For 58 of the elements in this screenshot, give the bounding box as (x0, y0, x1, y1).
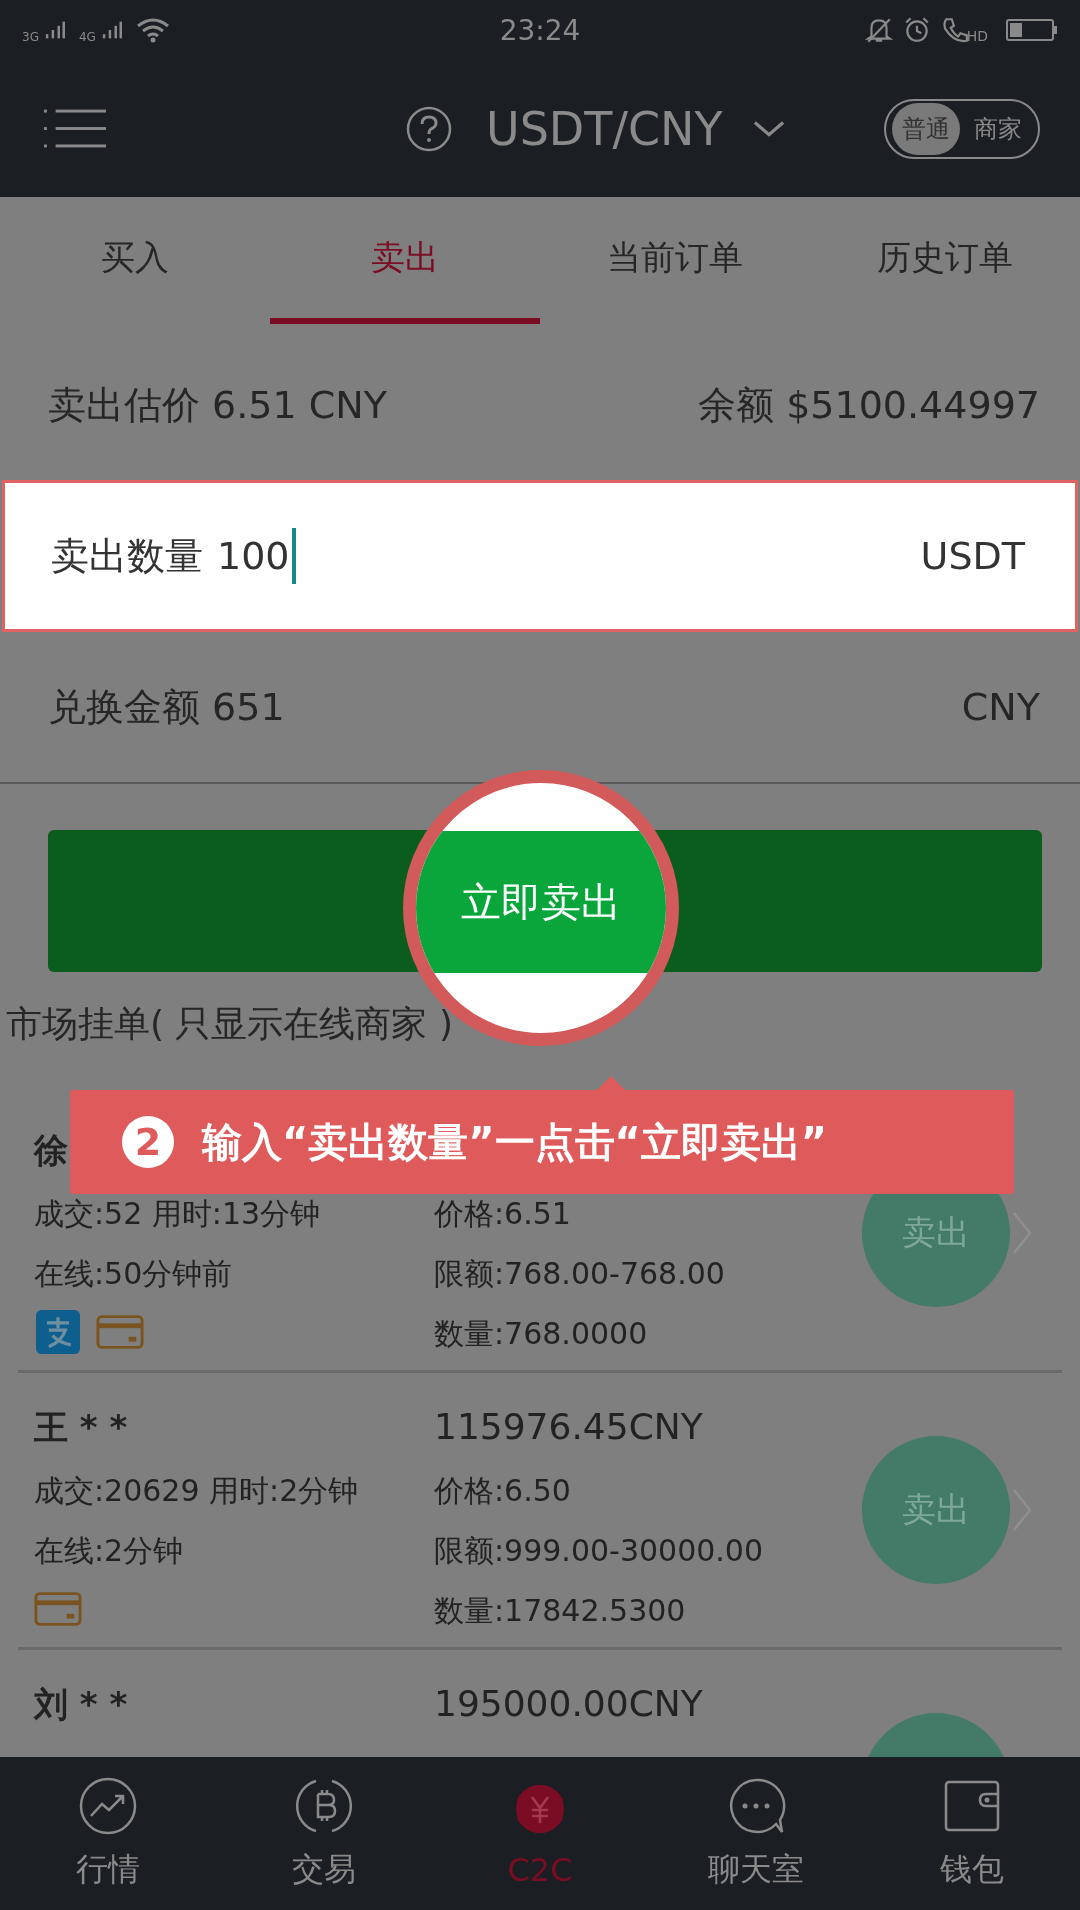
estimated-price: 卖出估价 6.51 CNY (48, 381, 387, 429)
pair-title[interactable]: USDT/CNY (486, 101, 723, 156)
tab[interactable]: 买入 (0, 197, 270, 324)
field-label: 卖出数量 (51, 532, 203, 580)
wifi-icon (135, 17, 170, 43)
exchange-amount: 兑换金额 651 (48, 683, 285, 731)
mode-option[interactable]: 商家 (964, 102, 1032, 155)
mode-option[interactable]: 普通 (892, 102, 960, 155)
merchant-name: 刘 * * (34, 1683, 128, 1726)
deal-stats: 成交:20629 用时:2分钟 (34, 1472, 360, 1510)
tutorial-text: 输入“卖出数量”一点击“立即卖出” (202, 1117, 828, 1167)
unit-price: 价格:6.51 (434, 1195, 572, 1233)
online-status: 在线:2分钟 (34, 1532, 185, 1570)
network-label: 4G (78, 30, 96, 44)
nav-label: C2C (507, 1850, 573, 1889)
network-label: 3G (22, 30, 39, 44)
unit-label: USDT (920, 534, 1025, 578)
bell-muted-icon (864, 16, 893, 44)
order-amount: 115976.45CNY (434, 1405, 704, 1449)
nav-label: 聊天室 (708, 1848, 804, 1890)
order-quantity: 数量:768.0000 (434, 1315, 649, 1353)
text-caret (291, 528, 296, 584)
nav-label: 交易 (292, 1848, 356, 1890)
tab[interactable]: 卖出 (270, 197, 540, 324)
balance: 余额 $5100.44997 (698, 381, 1040, 429)
hd-label: HD (966, 28, 988, 44)
online-status: 在线:50分钟前 (34, 1255, 234, 1293)
help-icon[interactable] (406, 105, 452, 152)
quantity-field[interactable]: 卖出数量 100 USDT (2, 480, 1078, 632)
phone-icon (940, 16, 969, 44)
status-time: 23:24 (499, 13, 581, 47)
order-limit: 限额:999.00-30000.00 (434, 1532, 765, 1570)
merchant-name: 王 * * (34, 1406, 128, 1449)
nav-label: 钱包 (940, 1848, 1004, 1890)
mode-toggle[interactable]: 普通 商家 (884, 98, 1040, 159)
trend-chart-icon (78, 1775, 138, 1836)
order-amount: 195000.00CNY (434, 1682, 704, 1726)
nav-item[interactable]: 交易 (216, 1757, 432, 1910)
battery-icon (1006, 18, 1058, 42)
section-title: 市场挂单( 只显示在线商家 ) (5, 1002, 454, 1046)
payment-app-icon (34, 1310, 82, 1354)
signal-icon (44, 20, 65, 40)
tab[interactable]: 当前订单 (540, 197, 810, 324)
tab[interactable]: 历史订单 (810, 197, 1080, 324)
signal-icon (101, 20, 122, 40)
unit-label: CNY (961, 685, 1040, 729)
unit-price: 价格:6.50 (434, 1472, 572, 1510)
deal-stats: 成交:52 用时:13分钟 (34, 1195, 322, 1233)
nav-item[interactable]: 聊天室 (648, 1757, 864, 1910)
sell-now-button[interactable]: 立即卖出 (416, 831, 666, 973)
field-value: 100 (217, 534, 290, 578)
step-number: 2 (122, 1116, 174, 1168)
order-limit: 限额:768.00-768.00 (434, 1255, 726, 1293)
nav-item[interactable]: 钱包 (864, 1757, 1080, 1910)
merchant-name: 徐 (34, 1129, 68, 1172)
nav-item[interactable]: 行情 (0, 1757, 216, 1910)
order-quantity: 数量:17842.5300 (434, 1592, 687, 1630)
nav-label: 行情 (76, 1848, 140, 1890)
